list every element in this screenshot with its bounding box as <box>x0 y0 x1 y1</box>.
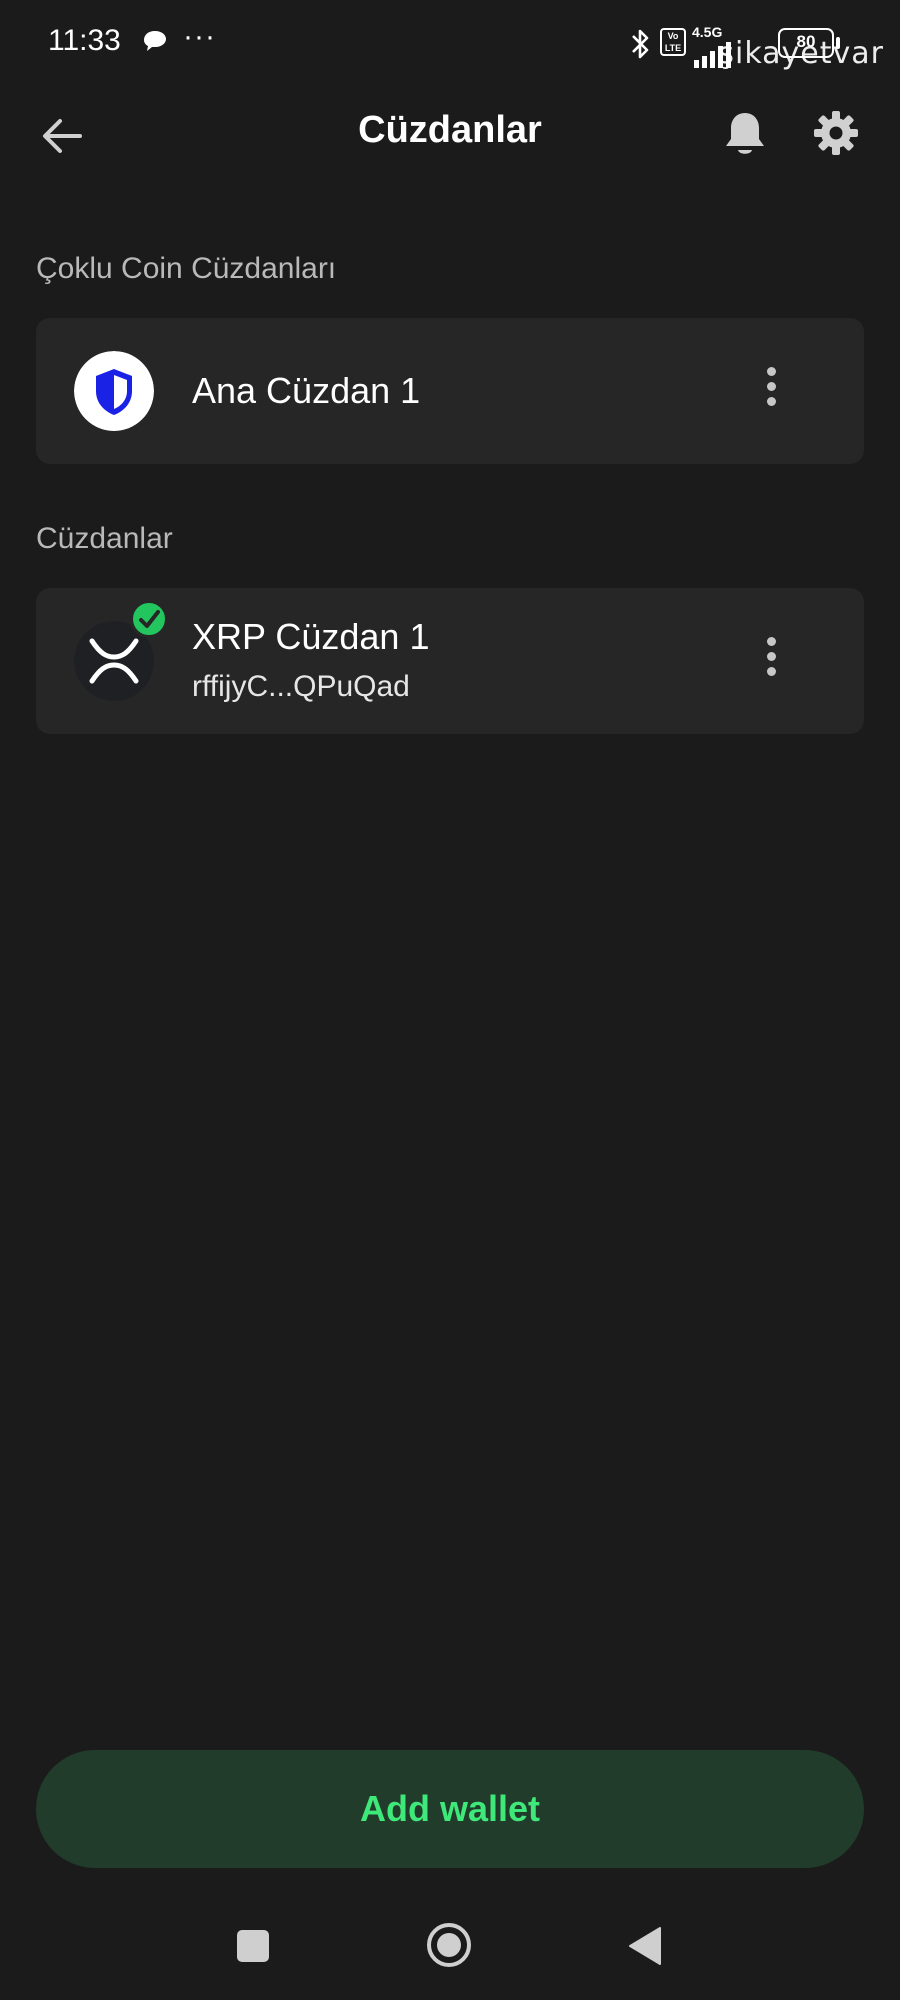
more-notifications-indicator: ··· <box>183 20 216 53</box>
wallet-name: XRP Cüzdan 1 <box>192 616 430 657</box>
status-time: 11:33 <box>48 24 121 57</box>
chat-bubble-icon <box>144 31 166 51</box>
app-header: Cüzdanlar <box>0 95 900 175</box>
wallet-options-button[interactable] <box>756 631 786 691</box>
wallet-options-button[interactable] <box>756 361 786 421</box>
wallet-address: rffijyC...QPuQad <box>192 670 410 703</box>
wallet-name: Ana Cüzdan 1 <box>192 370 421 411</box>
recents-button[interactable] <box>237 1930 269 1962</box>
nav-back-button[interactable] <box>628 1926 662 1966</box>
shield-icon <box>74 351 154 431</box>
volte-badge: Vo LTE <box>660 28 686 56</box>
wallet-card-xrp[interactable]: XRP Cüzdan 1 rffijyC...QPuQad <box>36 588 864 734</box>
bell-icon[interactable] <box>722 109 768 159</box>
status-bar: 11:33 ··· Vo LTE 4.5G 80 şikayetvar <box>0 0 900 80</box>
selected-check-icon <box>130 600 168 638</box>
add-wallet-button[interactable]: Add wallet <box>36 1750 864 1868</box>
wallets-section-label: Cüzdanlar <box>36 522 173 555</box>
gear-icon[interactable] <box>812 109 860 157</box>
multi-coin-section-label: Çoklu Coin Cüzdanları <box>36 252 337 285</box>
wallet-card-ana-cuzdan[interactable]: Ana Cüzdan 1 <box>36 318 864 464</box>
bluetooth-icon <box>632 29 649 59</box>
watermark-logo: şikayetvar <box>718 36 884 71</box>
home-button[interactable] <box>426 1922 472 1968</box>
system-nav-bar <box>0 1900 900 2000</box>
